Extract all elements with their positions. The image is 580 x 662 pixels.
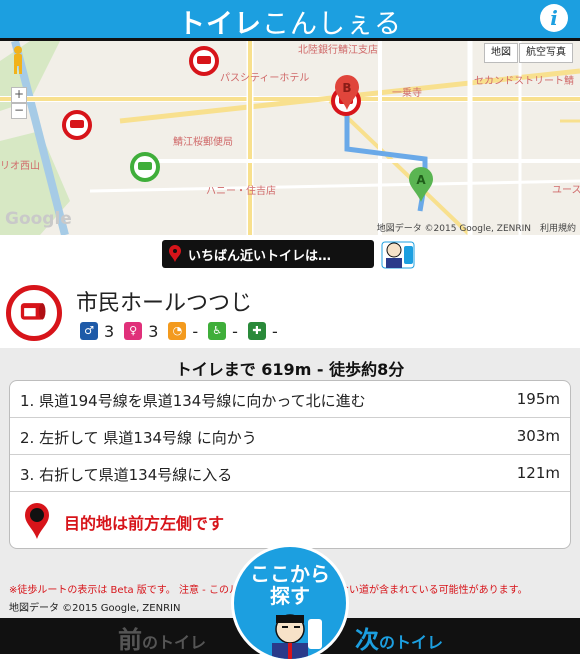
svg-text:B: B [342, 81, 351, 95]
step-text: 1. 県道194号線を県道134号線に向かって北に進む [20, 392, 366, 410]
feature-value: - [271, 321, 278, 341]
map-label: リオ西山 [0, 161, 40, 172]
map-label: 北陸銀行鯖江支店 [298, 45, 378, 56]
map-view[interactable]: 地図 航空写真 北陸銀行鯖江支店 パスシティーホテル 一乗寺 セカンドストリート… [0, 41, 580, 235]
street-view-pegman-icon[interactable] [10, 45, 26, 75]
map-credit[interactable]: 地図データ ©2015 Google, ZENRIN 利用規約 [377, 221, 576, 234]
destination-row: 目的地は前方左側です [10, 492, 570, 548]
step-distance: 121m [516, 464, 560, 482]
map-pin-icon [169, 245, 181, 262]
toilet-marker-green-icon[interactable] [129, 151, 161, 183]
map-mode-button[interactable]: 地図 [484, 43, 518, 63]
map-label: 一乗寺 [392, 88, 422, 99]
route-marker-b-icon: B [335, 75, 359, 110]
route-step: 2. 左折して 県道134号線 に向かう 303m [10, 418, 570, 455]
feature-female: ♀ 3 [124, 322, 158, 341]
nearest-toilet-text: いちばん近いトイレは… [188, 249, 332, 264]
feature-value: - [192, 321, 199, 341]
female-icon: ♀ [124, 322, 143, 340]
satellite-mode-button[interactable]: 航空写真 [519, 43, 573, 63]
male-icon: ♂ [80, 322, 98, 340]
nearest-toilet-banner: いちばん近いトイレは… [162, 240, 374, 268]
logo-rest-text: こんしぇる [262, 9, 402, 40]
search-line-2: 探す [270, 584, 310, 608]
feature-ostomate: ✚ - [247, 321, 278, 341]
search-here-button[interactable]: ここから 探す [231, 544, 349, 662]
search-here-label: ここから 探す [234, 563, 346, 607]
zoom-in-button[interactable]: + [11, 87, 27, 103]
route-summary: トイレまで 619m - 徒歩約8分 [175, 360, 405, 379]
prev-big-label: 前 [118, 626, 142, 654]
app-logo: トイレこんしぇる [0, 2, 580, 41]
toilet-features: ♂ 3 ♀ 3 ◔ - ♿ - ✚ - [80, 320, 288, 342]
search-line-1: ここから [250, 562, 330, 586]
wheelchair-icon: ♿ [208, 322, 227, 340]
next-toilet-button[interactable]: 次のトイレ [355, 620, 443, 655]
zoom-out-button[interactable]: − [11, 103, 27, 119]
next-big-label: 次 [355, 626, 379, 654]
svg-text:A: A [416, 173, 426, 187]
baby-icon: ◔ [168, 322, 187, 340]
route-steps: 1. 県道194号線を県道134号線に向かって北に進む 195m 2. 左折して… [9, 380, 571, 549]
map-label: ユース [552, 185, 580, 196]
google-logo: Google [5, 209, 72, 229]
feature-male: ♂ 3 [80, 322, 114, 341]
step-distance: 195m [516, 390, 560, 408]
prev-toilet-button[interactable]: 前のトイレ [118, 620, 206, 655]
mascot-icon [272, 614, 322, 659]
step-distance: 303m [516, 427, 560, 445]
feature-value: 3 [148, 321, 159, 341]
route-step: 3. 右折して県道134号線に入る 121m [10, 455, 570, 492]
app-header: トイレこんしぇる i [0, 0, 580, 41]
toilet-marker-icon[interactable] [61, 109, 93, 141]
map-label: ハニー・住吉店 [206, 186, 276, 197]
route-marker-a-icon: A [409, 167, 433, 202]
mascot-icon [381, 241, 415, 269]
feature-value: - [232, 321, 238, 341]
feature-wheelchair: ♿ - [208, 322, 238, 341]
map-label: パスシティーホテル [220, 73, 310, 84]
route-step: 1. 県道194号線を県道134号線に向かって北に進む 195m [10, 381, 570, 418]
toilet-name: 市民ホールつつじ [76, 291, 253, 316]
destination-pin-icon [25, 503, 49, 539]
info-button[interactable]: i [540, 4, 568, 32]
prev-small-label: のトイレ [142, 633, 207, 652]
map-label: セカンドストリート鯖 [474, 76, 574, 87]
toilet-marker-icon[interactable] [188, 45, 220, 77]
step-text: 3. 右折して県道134号線に入る [20, 466, 233, 484]
ostomate-icon: ✚ [247, 322, 266, 340]
map-label: 鯖江桜郵便局 [173, 137, 233, 148]
logo-bold-text: トイレ [178, 9, 262, 40]
feature-value: 3 [104, 321, 115, 341]
feature-baby: ◔ - [168, 322, 198, 341]
map-data-credit: 地図データ ©2015 Google, ZENRIN [9, 603, 181, 614]
step-text: 2. 左折して 県道134号線 に向かう [20, 429, 257, 447]
toilet-roll-icon [6, 285, 62, 341]
destination-text: 目的地は前方左側です [64, 514, 225, 533]
next-small-label: のトイレ [379, 633, 444, 652]
